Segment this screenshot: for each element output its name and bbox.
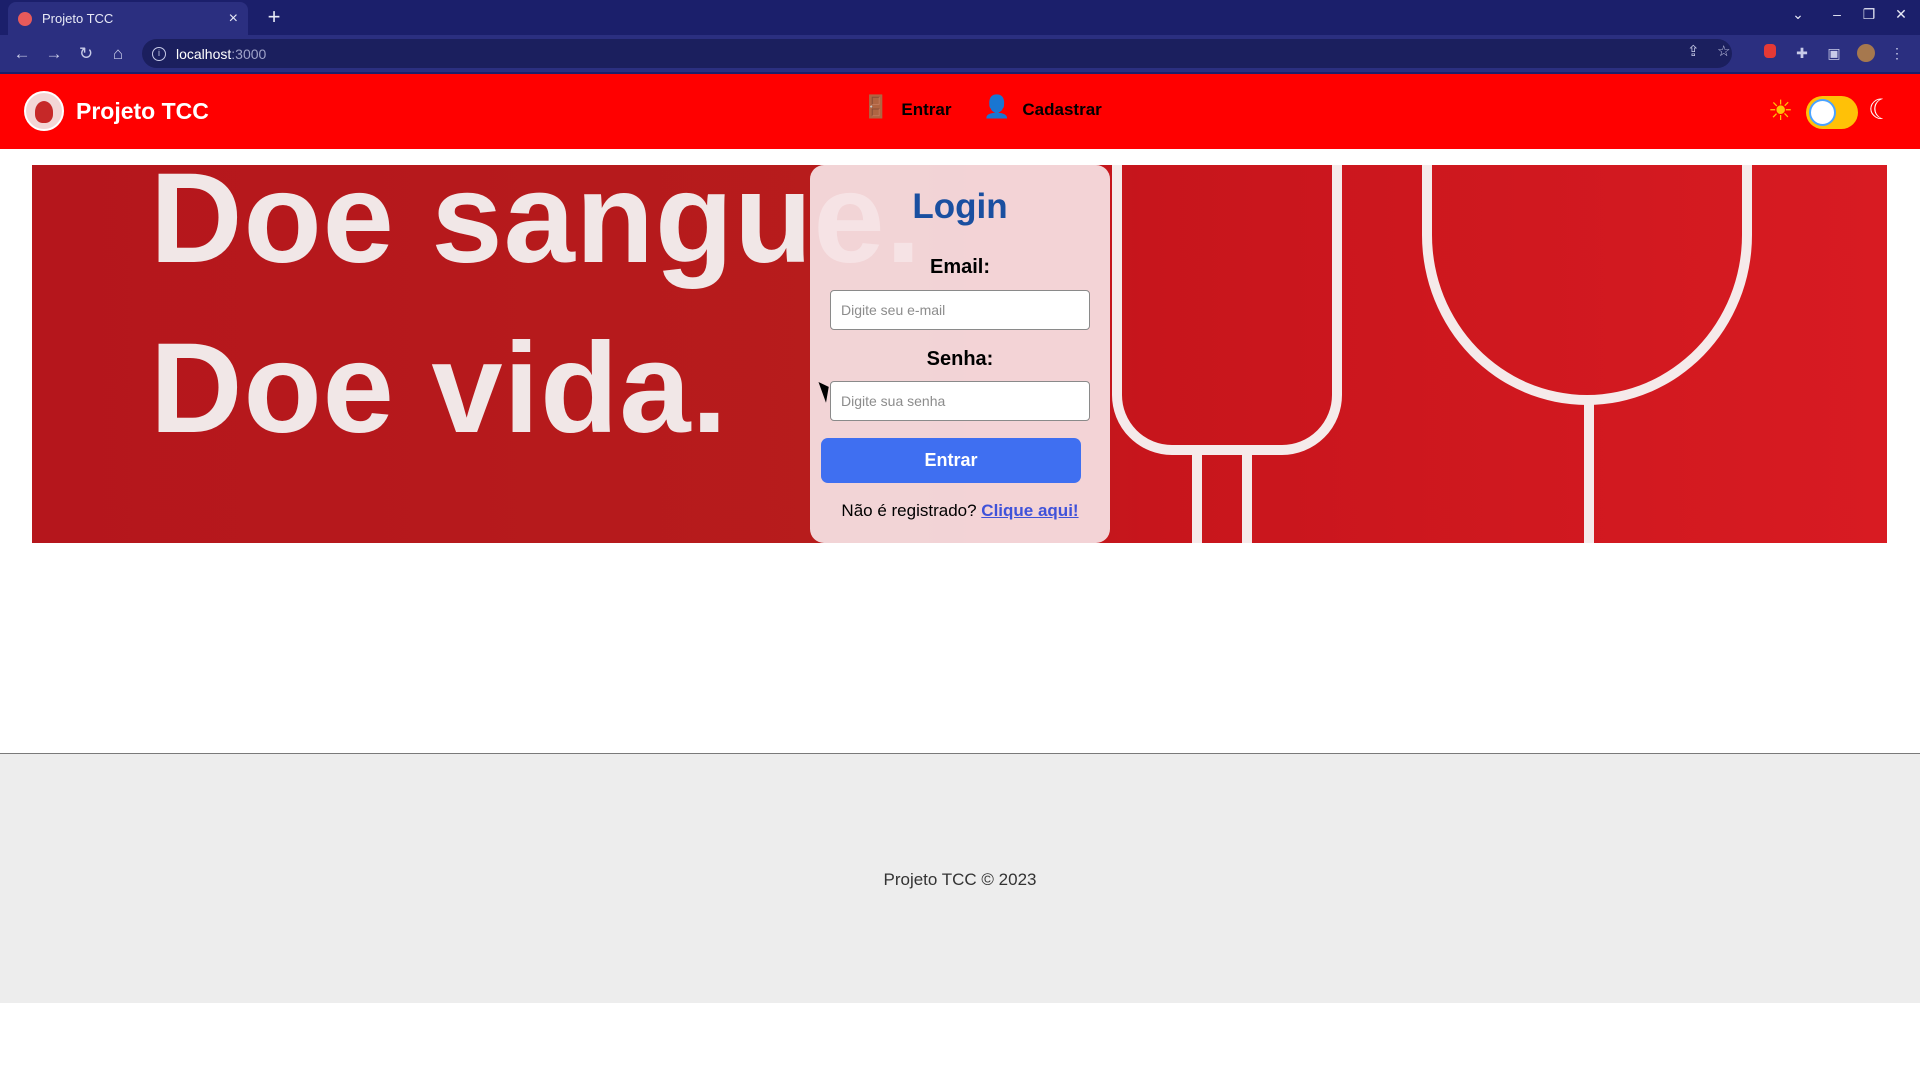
site-info-icon[interactable]: i xyxy=(152,46,166,61)
share-icon[interactable]: ⇪ xyxy=(1687,42,1700,60)
tab-close-icon[interactable]: × xyxy=(229,10,238,28)
browser-tabbar: Projeto TCC × + ⌄ – ❐ ✕ xyxy=(0,0,1920,35)
register-prompt: Não é registrado? Clique aqui! xyxy=(810,501,1110,521)
banner-line-1: Doe sangue. xyxy=(150,165,923,290)
theme-toggle[interactable] xyxy=(1806,96,1858,129)
minimize-button[interactable]: – xyxy=(1826,6,1848,22)
user-add-icon: 👤 xyxy=(983,94,1011,119)
brand-title[interactable]: Projeto TCC xyxy=(76,98,209,125)
banner-line-2: Doe vida. xyxy=(150,317,729,460)
url-host: localhost xyxy=(176,45,232,62)
nav-entrar-link[interactable]: 🚪 Entrar xyxy=(862,94,951,120)
site-header: Projeto TCC 🚪 Entrar 👤 Cadastrar ☀ ☾ xyxy=(0,72,1920,149)
tab-list-button[interactable]: ⌄ xyxy=(1787,6,1809,23)
new-tab-button[interactable]: + xyxy=(260,3,288,31)
login-title: Login xyxy=(912,187,1008,226)
toggle-knob xyxy=(1809,99,1836,126)
sun-icon: ☀ xyxy=(1768,95,1794,126)
restore-button[interactable]: ❐ xyxy=(1858,6,1880,23)
nav-cadastrar-label: Cadastrar xyxy=(1022,100,1102,119)
footer-copyright: Projeto TCC © 2023 xyxy=(883,870,1037,889)
back-button[interactable]: ← xyxy=(10,42,34,66)
nav-entrar-label: Entrar xyxy=(901,100,952,119)
password-field[interactable] xyxy=(830,381,1090,421)
favicon-icon xyxy=(18,11,32,26)
home-button[interactable]: ⌂ xyxy=(106,42,130,66)
logo-icon[interactable] xyxy=(24,91,64,131)
drop-stem-graphic xyxy=(1584,395,1594,543)
browser-menu-icon[interactable]: ⋮ xyxy=(1888,44,1906,62)
moon-icon: ☾ xyxy=(1868,94,1894,125)
reload-button[interactable]: ↻ xyxy=(74,42,98,66)
browser-toolbar: ← → ↻ ⌂ i localhost :3000 ⇪ ☆ ✚ ▣ ⋮ xyxy=(0,35,1920,72)
side-panel-icon[interactable]: ▣ xyxy=(1825,44,1843,62)
email-label: Email: xyxy=(929,256,991,278)
password-label: Senha: xyxy=(926,348,994,370)
close-window-button[interactable]: ✕ xyxy=(1890,6,1912,23)
register-prompt-text: Não é registrado? xyxy=(841,501,977,520)
email-field[interactable] xyxy=(830,290,1090,330)
register-link[interactable]: Clique aqui! xyxy=(981,501,1078,520)
blood-bag-tube xyxy=(1192,445,1252,543)
site-footer: Projeto TCC © 2023 xyxy=(0,753,1920,1003)
url-port: :3000 xyxy=(231,45,267,62)
nav-cadastrar-link[interactable]: 👤 Cadastrar xyxy=(983,94,1102,120)
address-bar[interactable]: i localhost :3000 ⇪ ☆ xyxy=(142,39,1732,68)
forward-button[interactable]: → xyxy=(42,42,66,66)
tab-title: Projeto TCC xyxy=(42,11,114,26)
profile-avatar[interactable] xyxy=(1857,44,1875,62)
login-card: Login Email: Senha: Entrar Não é registr… xyxy=(810,165,1110,543)
browser-tab-active[interactable]: Projeto TCC × xyxy=(8,2,248,35)
door-enter-icon: 🚪 xyxy=(862,94,890,119)
bookmark-star-icon[interactable]: ☆ xyxy=(1717,42,1730,60)
extension-shield-icon[interactable] xyxy=(1761,44,1779,62)
login-submit-button[interactable]: Entrar xyxy=(821,438,1081,483)
blood-drop-graphic xyxy=(1422,165,1752,405)
blood-bag-graphic xyxy=(1112,165,1342,455)
extensions-puzzle-icon[interactable]: ✚ xyxy=(1793,44,1811,62)
